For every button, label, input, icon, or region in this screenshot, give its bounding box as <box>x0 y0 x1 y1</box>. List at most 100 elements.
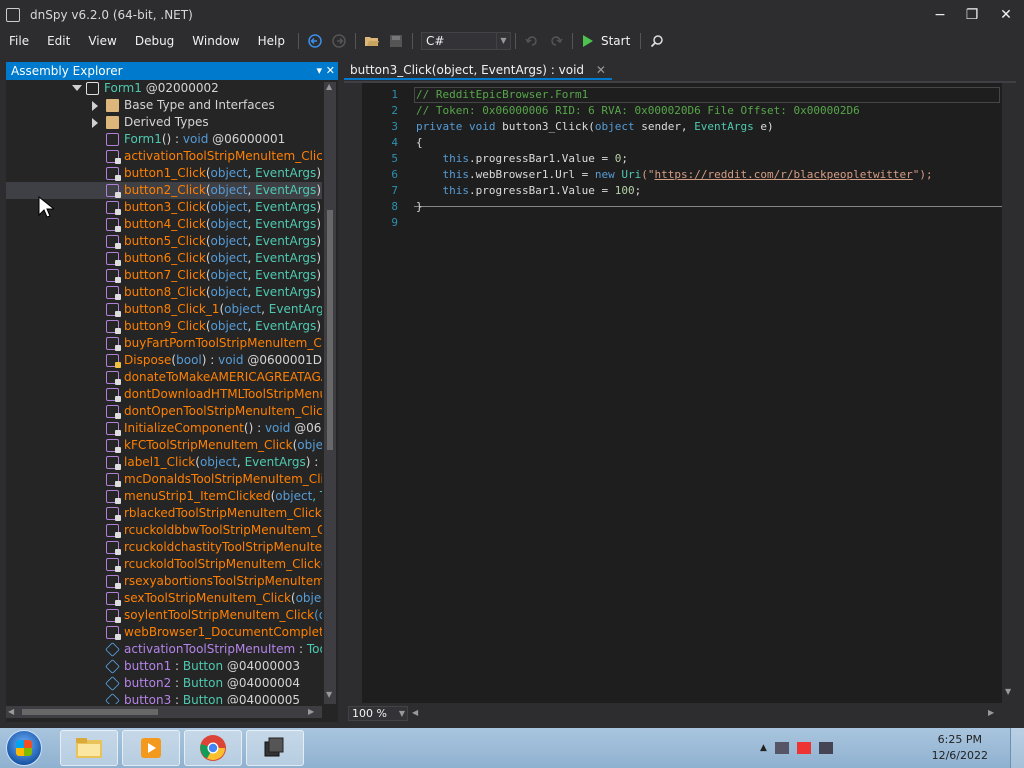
expand-arrow-icon[interactable] <box>92 118 98 128</box>
tree-row[interactable]: Form1() : void @06000001 <box>6 131 322 148</box>
expand-arrow-icon[interactable] <box>92 101 98 111</box>
tree-row[interactable]: rcuckoldbbwToolStripMenuItem_Click <box>6 522 322 539</box>
show-desktop-button[interactable] <box>1010 728 1024 768</box>
scroll-left-icon[interactable]: ◀ <box>8 707 14 716</box>
tree-row[interactable]: Base Type and Interfaces <box>6 97 322 114</box>
private-method-icon <box>106 507 121 521</box>
menu-help[interactable]: Help <box>249 30 294 52</box>
tree-row[interactable]: activationToolStripMenuItem_Click(ol <box>6 148 322 165</box>
menu-window[interactable]: Window <box>183 30 248 52</box>
scroll-right-icon[interactable]: ▶ <box>308 707 314 716</box>
tree-row[interactable]: rcuckoldToolStripMenuItem_Click(obj <box>6 556 322 573</box>
field-icon <box>105 659 120 674</box>
tree-row[interactable]: button9_Click(object, EventArgs) : voi <box>6 318 322 335</box>
undo-icon[interactable] <box>522 31 542 51</box>
tree-row-label: dontOpenToolStripMenuItem_Click(o <box>124 403 322 420</box>
menu-view[interactable]: View <box>79 30 125 52</box>
tree-vertical-scrollbar[interactable]: ▲ ▼ <box>324 82 336 704</box>
tree-row[interactable]: Form1 @02000002 <box>6 80 322 97</box>
tree-row[interactable]: buyFartPornToolStripMenuItem_Click <box>6 335 322 352</box>
tree-row[interactable]: kFCToolStripMenuItem_Click(object, E <box>6 437 322 454</box>
open-folder-icon[interactable] <box>362 31 382 51</box>
menu-edit[interactable]: Edit <box>38 30 79 52</box>
tree-row[interactable]: Derived Types <box>6 114 322 131</box>
tree-row[interactable]: dontOpenToolStripMenuItem_Click(o <box>6 403 322 420</box>
code-editor[interactable]: 123456789 // RedditEpicBrowser.Form1// T… <box>344 81 1016 703</box>
tree-row-label: menuStrip1_ItemClicked(object, ToolS <box>124 488 322 505</box>
tree-row[interactable]: menuStrip1_ItemClicked(object, ToolS <box>6 488 322 505</box>
tree-row[interactable]: button1 : Button @04000003 <box>6 658 322 675</box>
minimize-button[interactable]: − <box>926 4 954 26</box>
tree-row[interactable]: button6_Click(object, EventArgs) : voi <box>6 250 322 267</box>
taskbar-explorer[interactable] <box>60 730 118 766</box>
tree-row-label: InitializeComponent() : void @0600001 <box>124 420 322 437</box>
code-text[interactable]: // RedditEpicBrowser.Form1// Token: 0x06… <box>416 87 933 231</box>
tree-row-text: , <box>247 217 256 231</box>
tree-row[interactable]: button8_Click(object, EventArgs) : voi <box>6 284 322 301</box>
assembly-tree[interactable]: Form1 @02000002 Base Type and Interfaces D… <box>6 80 322 704</box>
zoom-select[interactable]: 100 % ▼ <box>348 706 408 721</box>
tab-button3-click[interactable]: button3_Click(object, EventArgs) : void … <box>344 62 612 80</box>
tree-row-text: ) : <box>201 353 219 367</box>
start-debug-button[interactable]: Start <box>577 34 636 48</box>
search-icon[interactable] <box>647 31 667 51</box>
forward-icon[interactable] <box>329 31 349 51</box>
tree-row[interactable]: label1_Click(object, EventArgs) : void @ <box>6 454 322 471</box>
tree-row[interactable]: button3 : Button @04000005 <box>6 692 322 704</box>
volume-icon[interactable] <box>818 742 833 754</box>
tree-row[interactable]: rcuckoldchastityToolStripMenuItem_C <box>6 539 322 556</box>
tree-row[interactable]: rsexyabortionsToolStripMenuItem_Clic <box>6 573 322 590</box>
menu-debug[interactable]: Debug <box>126 30 183 52</box>
scroll-left-icon[interactable]: ◀ <box>412 708 418 717</box>
tree-row-text: , <box>247 183 256 197</box>
tree-row[interactable]: Dispose(bool) : void @0600001D <box>6 352 322 369</box>
clock[interactable]: 6:25 PM 12/6/2022 <box>932 732 988 764</box>
network-icon[interactable] <box>774 742 789 754</box>
tree-row[interactable]: mcDonaldsToolStripMenuItem_Click( <box>6 471 322 488</box>
tree-row[interactable]: sexToolStripMenuItem_Click(object, E <box>6 590 322 607</box>
taskbar-chrome[interactable] <box>184 730 242 766</box>
language-select[interactable]: C# ▼ <box>420 32 511 50</box>
tree-row[interactable]: activationToolStripMenuItem : ToolStr <box>6 641 322 658</box>
menu-file[interactable]: File <box>0 30 38 52</box>
tree-row[interactable]: webBrowser1_DocumentCompleted(o <box>6 624 322 641</box>
tree-row[interactable]: InitializeComponent() : void @0600001 <box>6 420 322 437</box>
save-icon[interactable] <box>386 31 406 51</box>
panel-menu-icon[interactable]: ▾ <box>316 62 322 80</box>
scroll-right-icon[interactable]: ▶ <box>988 708 994 717</box>
tree-row[interactable]: dontDownloadHTMLToolStripMenuIte <box>6 386 322 403</box>
scroll-down-icon[interactable]: ▼ <box>1005 687 1011 696</box>
tree-row[interactable]: donateToMakeAMERICAGREATAGAIN <box>6 369 322 386</box>
taskbar-dnspy[interactable] <box>246 730 304 766</box>
tree-row[interactable]: button2 : Button @04000004 <box>6 675 322 692</box>
back-icon[interactable] <box>305 31 325 51</box>
code-line: private void button3_Click(object sender… <box>416 119 933 135</box>
maximize-button[interactable]: ❐ <box>958 4 986 26</box>
code-url-link[interactable]: https://reddit.com/r/blackpeopletwitter <box>654 168 912 181</box>
scroll-down-icon[interactable]: ▼ <box>326 690 332 699</box>
taskbar-media-player[interactable] <box>122 730 180 766</box>
tree-scroll-thumb[interactable] <box>327 210 333 450</box>
tree-row[interactable]: button8_Click_1(object, EventArgs) : v <box>6 301 322 318</box>
scroll-up-icon[interactable]: ▲ <box>326 82 332 91</box>
line-number: 1 <box>391 88 398 101</box>
collapse-arrow-icon[interactable] <box>72 85 82 91</box>
action-center-icon[interactable] <box>796 742 811 754</box>
panel-close-icon[interactable]: ✕ <box>326 62 335 80</box>
tree-hscroll-thumb[interactable] <box>22 709 158 715</box>
tree-row[interactable]: rblackedToolStripMenuItem_Click(obj <box>6 505 322 522</box>
tree-row[interactable]: soylentToolStripMenuItem_Click(obje <box>6 607 322 624</box>
tree-row[interactable]: button7_Click(object, EventArgs) : voi <box>6 267 322 284</box>
tree-row[interactable]: button5_Click(object, EventArgs) : voi <box>6 233 322 250</box>
tab-close-icon[interactable]: ✕ <box>596 63 606 77</box>
start-button[interactable] <box>6 730 42 766</box>
editor-vertical-scrollbar[interactable]: ▼ <box>1002 83 1016 703</box>
tray-expand-icon[interactable]: ▲ <box>760 743 767 753</box>
code-token: = <box>574 168 595 181</box>
tree-row[interactable]: button1_Click(object, EventArgs) : voi <box>6 165 322 182</box>
tree-horizontal-scrollbar[interactable]: ◀ ▶ <box>6 706 322 718</box>
redo-icon[interactable] <box>546 31 566 51</box>
code-token: EventArgs <box>694 120 754 133</box>
chevron-down-icon: ▼ <box>495 33 510 49</box>
close-button[interactable]: ✕ <box>992 4 1020 26</box>
